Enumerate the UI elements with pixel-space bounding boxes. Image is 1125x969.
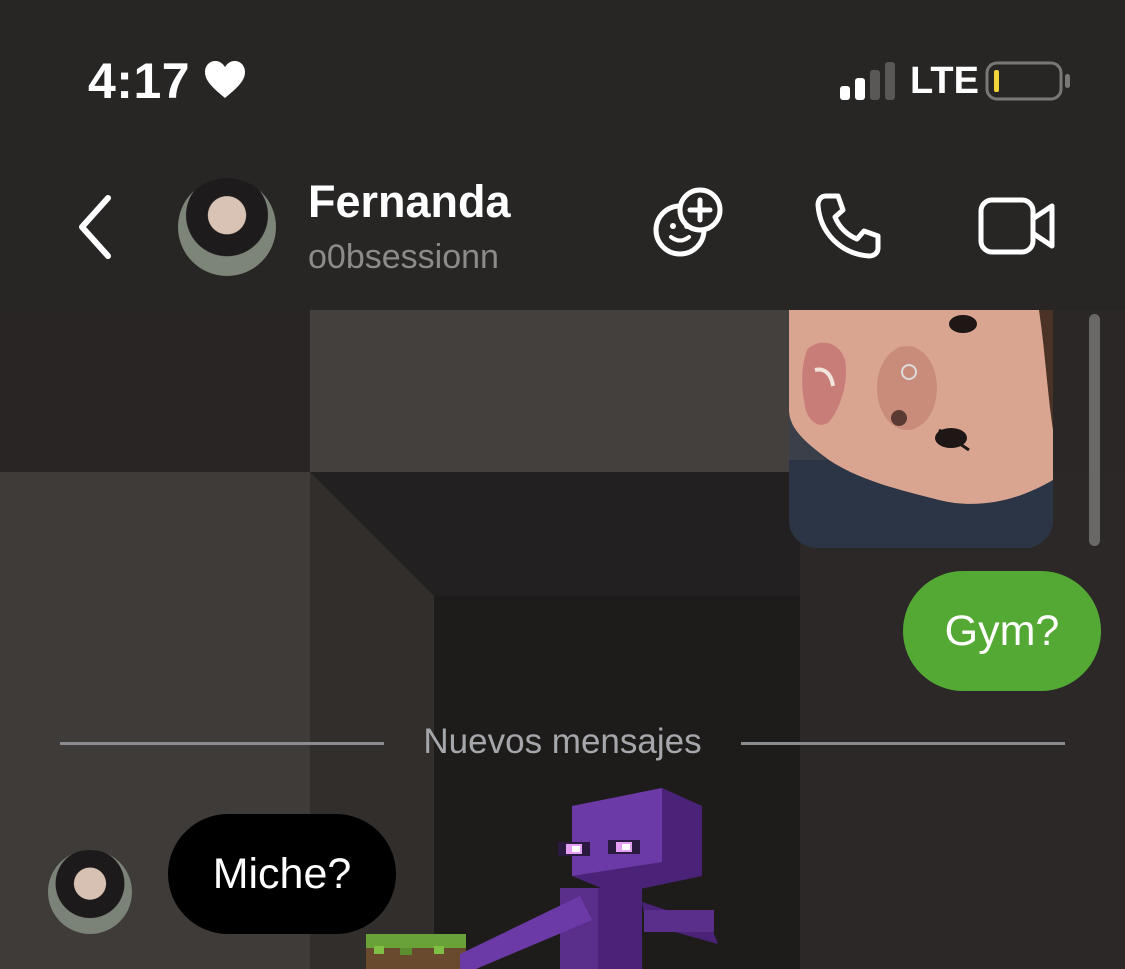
- enderman-sticker[interactable]: [360, 784, 720, 969]
- status-time: 4:17: [88, 53, 191, 109]
- scroll-indicator[interactable]: [1089, 314, 1100, 546]
- divider-line: [60, 742, 384, 745]
- chat-header: [0, 150, 1125, 310]
- back-button[interactable]: [70, 192, 120, 262]
- heart-icon: [205, 61, 245, 98]
- contact-name[interactable]: Fernanda: [308, 176, 511, 228]
- contact-avatar[interactable]: [178, 178, 276, 276]
- incoming-message-text: Miche?: [212, 849, 352, 898]
- signal-icon: [840, 62, 895, 100]
- video-icon[interactable]: [978, 196, 1056, 256]
- network-type: LTE: [910, 60, 979, 102]
- effects-icon[interactable]: [650, 186, 726, 262]
- new-messages-divider: Nuevos mensajes: [423, 722, 702, 761]
- battery-icon: [985, 61, 1070, 101]
- sender-avatar[interactable]: [48, 850, 132, 934]
- phone-icon[interactable]: [812, 190, 884, 262]
- outgoing-message-text: Gym?: [944, 606, 1060, 655]
- divider-line: [741, 742, 1065, 745]
- contact-username[interactable]: o0bsessionn: [308, 238, 499, 277]
- photo-message[interactable]: [789, 310, 1053, 548]
- outgoing-message[interactable]: Gym?: [903, 571, 1101, 691]
